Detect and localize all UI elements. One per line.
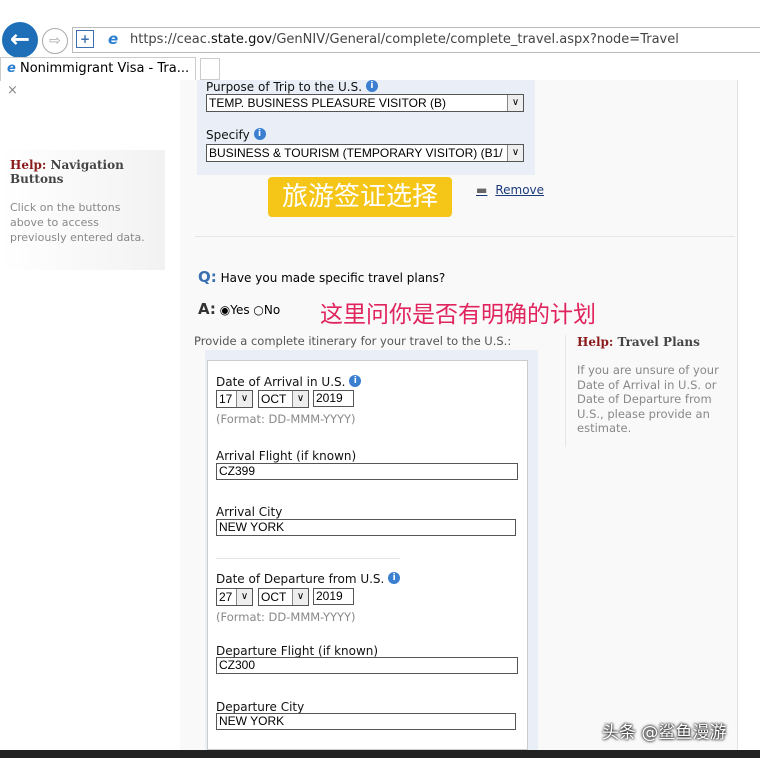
help-heading: Help: Navigation Buttons [10, 158, 124, 186]
arrival-date-label: Date of Arrival in U.S. i [216, 375, 362, 389]
new-tab-button[interactable] [200, 58, 220, 80]
help-heading: Help: Travel Plans [577, 335, 700, 349]
divider [216, 558, 400, 559]
arrival-flight-label: Arrival Flight (if known) [216, 449, 357, 463]
info-icon: i [365, 80, 378, 92]
tab-title: Nonimmigrant Visa - Tra... [19, 61, 190, 76]
arrival-format-hint: (Format: DD-MMM-YYYY) [216, 412, 356, 426]
help-text: If you are unsure of your Date of Arriva… [577, 363, 719, 435]
info-icon: i [253, 128, 266, 140]
forward-button[interactable]: ⇨ [42, 28, 68, 54]
itinerary-form: Date of Arrival in U.S. i 17 ∨ OCT ∨ 2019 … [207, 360, 528, 750]
taskbar [0, 750, 760, 758]
yes-label[interactable]: Yes [230, 303, 249, 317]
travel-plans-answer: A: ◉Yes ○No [198, 300, 281, 318]
chevron-down-icon: ∨ [507, 145, 523, 161]
info-icon: i [349, 375, 362, 387]
minus-icon: ▬ [476, 183, 488, 197]
specify-label: Specify i [206, 128, 266, 142]
departure-city-input[interactable]: NEW YORK [216, 713, 516, 730]
departure-format-hint: (Format: DD-MMM-YYYY) [216, 610, 356, 624]
arrival-day-select[interactable]: 17 ∨ [216, 390, 253, 408]
watermark: 头条 @鲨鱼漫游 [602, 723, 727, 743]
ie-tab-icon: e [7, 61, 16, 76]
no-radio[interactable]: ○ [253, 303, 263, 317]
annotation-visa-choice: 旅游签证选择 [268, 177, 452, 217]
arrival-flight-input[interactable]: CZ399 [216, 463, 518, 480]
travel-plans-question: Q: Have you made specific travel plans? [198, 268, 446, 286]
departure-flight-label: Departure Flight (if known) [216, 644, 379, 658]
chevron-down-icon: ∨ [507, 95, 523, 111]
tab-close-icon[interactable]: × [7, 83, 18, 98]
navigation-help-panel: Help: Navigation Buttons Click on the bu… [0, 150, 165, 270]
annotation-plans: 这里问你是否有明确的计划 [320, 302, 596, 328]
divider [195, 236, 735, 237]
remove-link[interactable]: ▬ Remove [476, 183, 544, 197]
ie-icon: e [108, 30, 119, 48]
arrival-city-label: Arrival City [216, 505, 283, 519]
departure-city-label: Departure City [216, 700, 305, 714]
arrival-year-input[interactable]: 2019 [313, 390, 354, 407]
itinerary-label: Provide a complete itinerary for your tr… [194, 334, 512, 348]
info-icon: i [388, 572, 401, 584]
departure-year-input[interactable]: 2019 [313, 588, 354, 605]
arrival-city-input[interactable]: NEW YORK [216, 519, 516, 536]
no-label[interactable]: No [264, 303, 280, 317]
url-prefix: https://ceac. [130, 32, 211, 47]
departure-flight-input[interactable]: CZ300 [216, 657, 518, 674]
help-text: Click on the buttons above to access pre… [10, 201, 145, 244]
url-domain: state.gov [211, 32, 272, 47]
yes-radio[interactable]: ◉ [220, 303, 230, 317]
travel-plans-help: Help: Travel Plans If you are unsure of … [565, 335, 735, 447]
purpose-section: Purpose of Trip to the U.S. i TEMP. BUSI… [197, 80, 535, 175]
purpose-label: Purpose of Trip to the U.S. i [206, 80, 378, 94]
browser-tab[interactable]: e Nonimmigrant Visa - Tra... × [0, 57, 196, 98]
specify-select[interactable]: BUSINESS & TOURISM (TEMPORARY VISITOR) (… [206, 144, 524, 162]
departure-month-select[interactable]: OCT ∨ [258, 588, 309, 606]
back-button[interactable]: ← [2, 22, 38, 58]
url-path: /GenNIV/General/complete/complete_travel… [271, 32, 679, 47]
arrival-month-select[interactable]: OCT ∨ [258, 390, 309, 408]
purpose-select[interactable]: TEMP. BUSINESS PLEASURE VISITOR (B) ∨ [206, 94, 524, 112]
departure-day-select[interactable]: 27 ∨ [216, 588, 253, 606]
url-text[interactable]: https://ceac.state.gov/GenNIV/General/co… [130, 32, 679, 47]
security-shield-icon[interactable]: + [76, 30, 94, 48]
departure-date-label: Date of Departure from U.S. i [216, 572, 401, 586]
